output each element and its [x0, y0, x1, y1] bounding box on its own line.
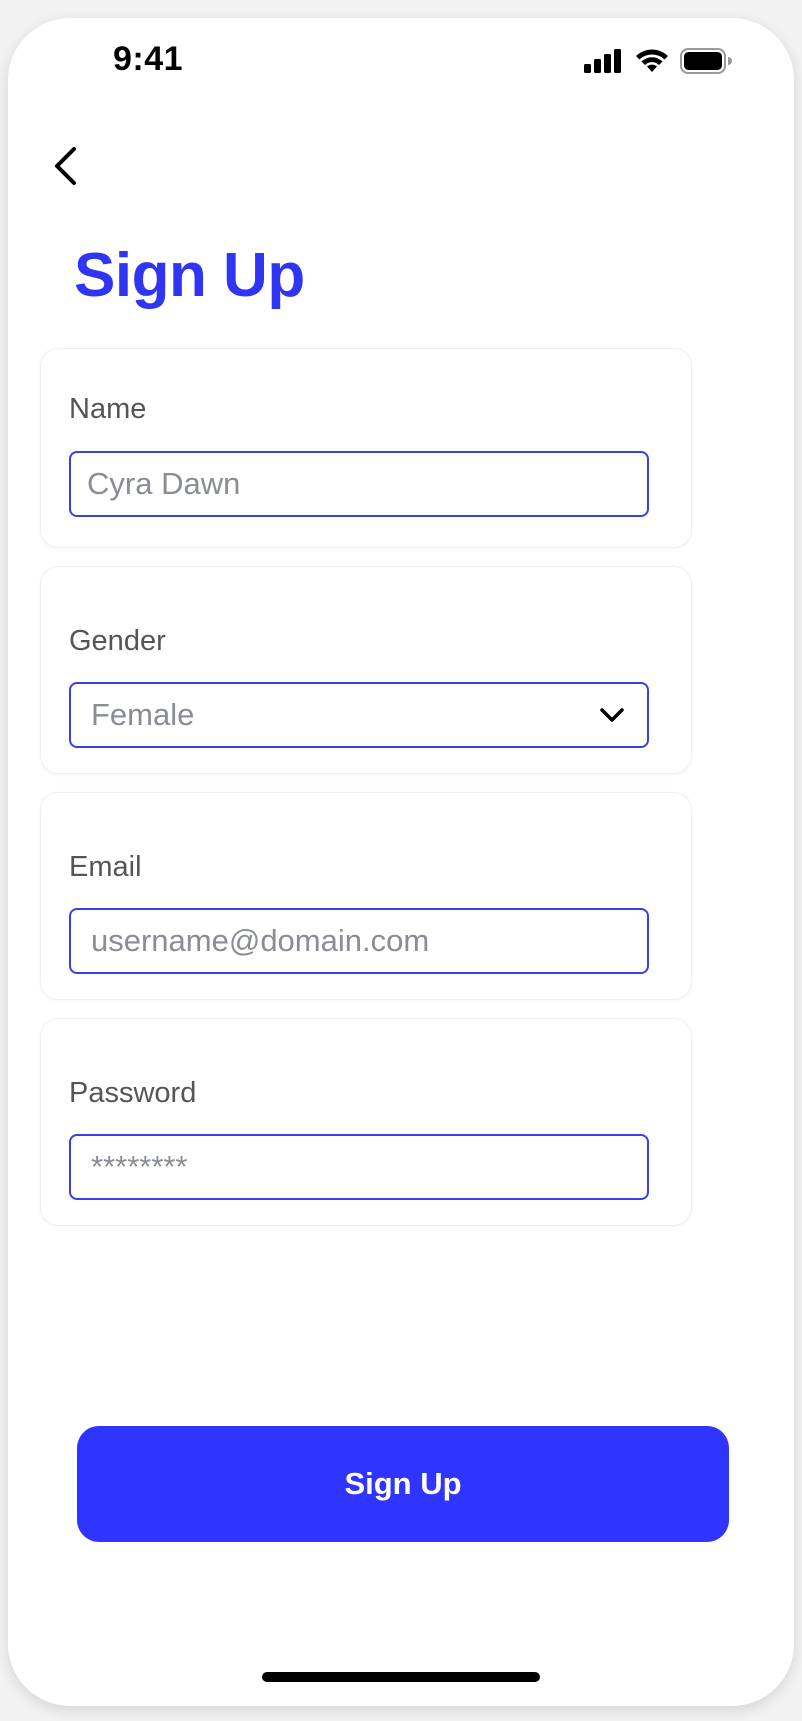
email-field-card: Email: [40, 792, 692, 1000]
status-bar: 9:41: [8, 18, 794, 98]
password-field-card: Password: [40, 1018, 692, 1226]
email-label: Email: [69, 851, 142, 883]
gender-field-card: Gender Female: [40, 566, 692, 774]
name-label: Name: [69, 393, 147, 425]
status-icons: [584, 46, 732, 76]
email-input[interactable]: [69, 908, 649, 974]
back-button[interactable]: [40, 136, 90, 196]
phone-screen: 9:41 Sign Up Name Cyra Dawn Gender Femal…: [8, 18, 794, 1706]
gender-label: Gender: [69, 625, 166, 657]
name-field-card: Name: [40, 348, 692, 548]
status-time: 9:41: [113, 40, 184, 78]
sign-up-button[interactable]: Sign Up: [77, 1426, 729, 1542]
battery-icon: [680, 48, 732, 74]
chevron-left-icon: [55, 147, 76, 185]
name-input[interactable]: [69, 451, 649, 517]
password-input[interactable]: [69, 1134, 649, 1200]
signal-icon: [584, 49, 621, 73]
gender-selected-value: Female: [91, 697, 195, 732]
page-title: Sign Up: [74, 241, 305, 310]
wifi-icon: [636, 49, 668, 72]
chevron-down-icon: [600, 708, 624, 722]
password-label: Password: [69, 1077, 197, 1109]
gender-select[interactable]: Female: [69, 682, 649, 748]
home-indicator: [262, 1672, 540, 1682]
